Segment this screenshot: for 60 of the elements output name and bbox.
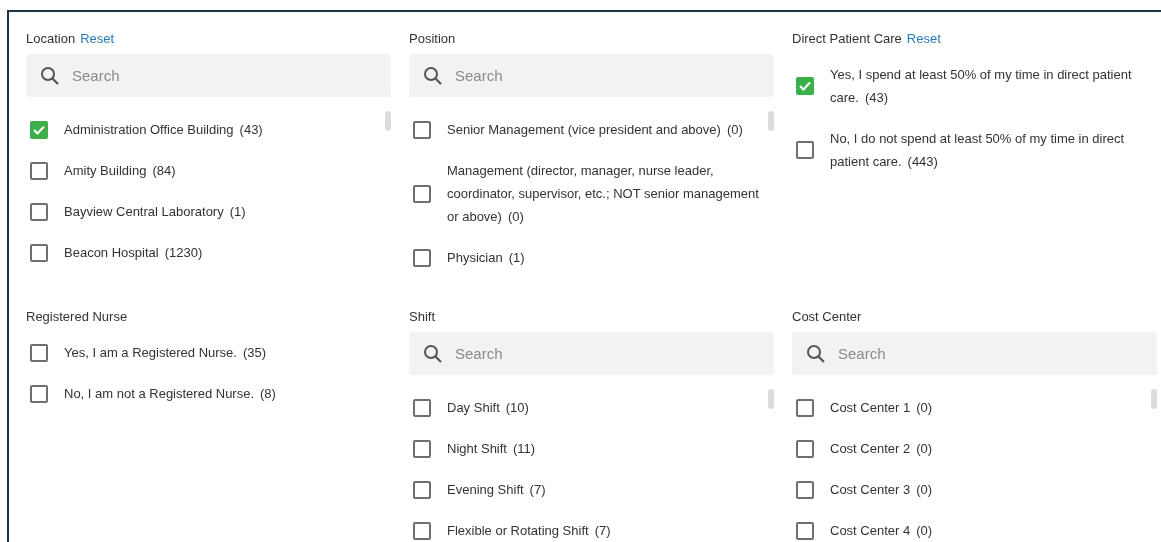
filter-title: Registered Nurse <box>26 308 128 326</box>
option-label[interactable]: Cost Center 4 (0) <box>830 519 933 542</box>
search-icon <box>423 344 443 364</box>
option-label[interactable]: No, I do not spend at least 50% of my time in direct patient care. (443) <box>830 127 1143 173</box>
filter-title: Location <box>26 30 76 48</box>
checkbox[interactable] <box>413 521 431 540</box>
filter-title: Position <box>409 30 456 48</box>
option-label[interactable]: Cost Center 1 (0) <box>830 396 933 419</box>
checkbox[interactable] <box>30 202 48 221</box>
checkbox[interactable] <box>30 384 48 403</box>
checkbox[interactable] <box>30 120 48 139</box>
search-field[interactable]: Search <box>409 332 774 375</box>
option-label[interactable]: Cost Center 2 (0) <box>830 437 933 460</box>
filter-title: Direct Patient Care <box>792 30 902 48</box>
reset-link[interactable]: Reset <box>80 30 115 48</box>
scrollbar-thumb[interactable] <box>768 111 774 131</box>
option-label[interactable]: Management (director, manager, nurse leader, coordinator, supervisor, etc.; NOT senior management or above) (0) <box>447 159 760 228</box>
checkbox[interactable] <box>796 439 814 458</box>
reset-link[interactable]: Reset <box>906 30 941 48</box>
option-label[interactable]: Administration Office Building (43) <box>64 118 263 141</box>
scrollbar-thumb[interactable] <box>1151 389 1157 409</box>
search-icon <box>423 66 443 86</box>
checkbox[interactable] <box>30 343 48 362</box>
search-field[interactable]: Search <box>409 54 774 97</box>
scrollbar-thumb[interactable] <box>385 111 391 131</box>
filter-title: Shift <box>409 308 435 326</box>
option-label[interactable]: Yes, I am a Registered Nurse. (35) <box>64 341 267 364</box>
search-field[interactable]: Search <box>26 54 391 97</box>
option-label[interactable]: Day Shift (10) <box>447 396 529 419</box>
checkbox[interactable] <box>413 398 431 417</box>
search-field[interactable]: Search <box>792 332 1157 375</box>
option-label[interactable]: Cost Center 3 (0) <box>830 478 933 501</box>
checkbox[interactable] <box>796 77 814 95</box>
search-icon <box>40 66 60 86</box>
option-label[interactable]: Amity Building (84) <box>64 159 176 182</box>
option-label[interactable]: Beacon Hospital (1230) <box>64 241 203 264</box>
option-label[interactable]: Physician (1) <box>447 246 525 269</box>
option-label[interactable]: Night Shift (11) <box>447 437 536 460</box>
option-label[interactable]: Senior Management (vice president and above) (0) <box>447 118 743 141</box>
checkbox[interactable] <box>796 521 814 540</box>
checkbox[interactable] <box>413 248 431 267</box>
checkbox[interactable] <box>796 141 814 159</box>
option-label[interactable]: No, I am not a Registered Nurse. (8) <box>64 382 276 405</box>
checkbox[interactable] <box>413 480 431 499</box>
checkbox[interactable] <box>413 439 431 458</box>
check-icon <box>33 124 45 135</box>
checkbox[interactable] <box>30 243 48 262</box>
scrollbar-thumb[interactable] <box>768 389 774 409</box>
checkbox[interactable] <box>796 480 814 499</box>
option-label[interactable]: Yes, I spend at least 50% of my time in direct patient care. (43) <box>830 63 1143 109</box>
checkbox[interactable] <box>796 398 814 417</box>
checkbox[interactable] <box>413 184 431 203</box>
checkbox[interactable] <box>30 161 48 180</box>
check-icon <box>799 81 811 91</box>
option-label[interactable]: Evening Shift (7) <box>447 478 546 501</box>
option-label[interactable]: Bayview Central Laboratory (1) <box>64 200 246 223</box>
search-icon <box>806 344 826 364</box>
checkbox[interactable] <box>413 120 431 139</box>
option-label[interactable]: Flexible or Rotating Shift (7) <box>447 519 611 542</box>
filter-title: Cost Center <box>792 308 862 326</box>
